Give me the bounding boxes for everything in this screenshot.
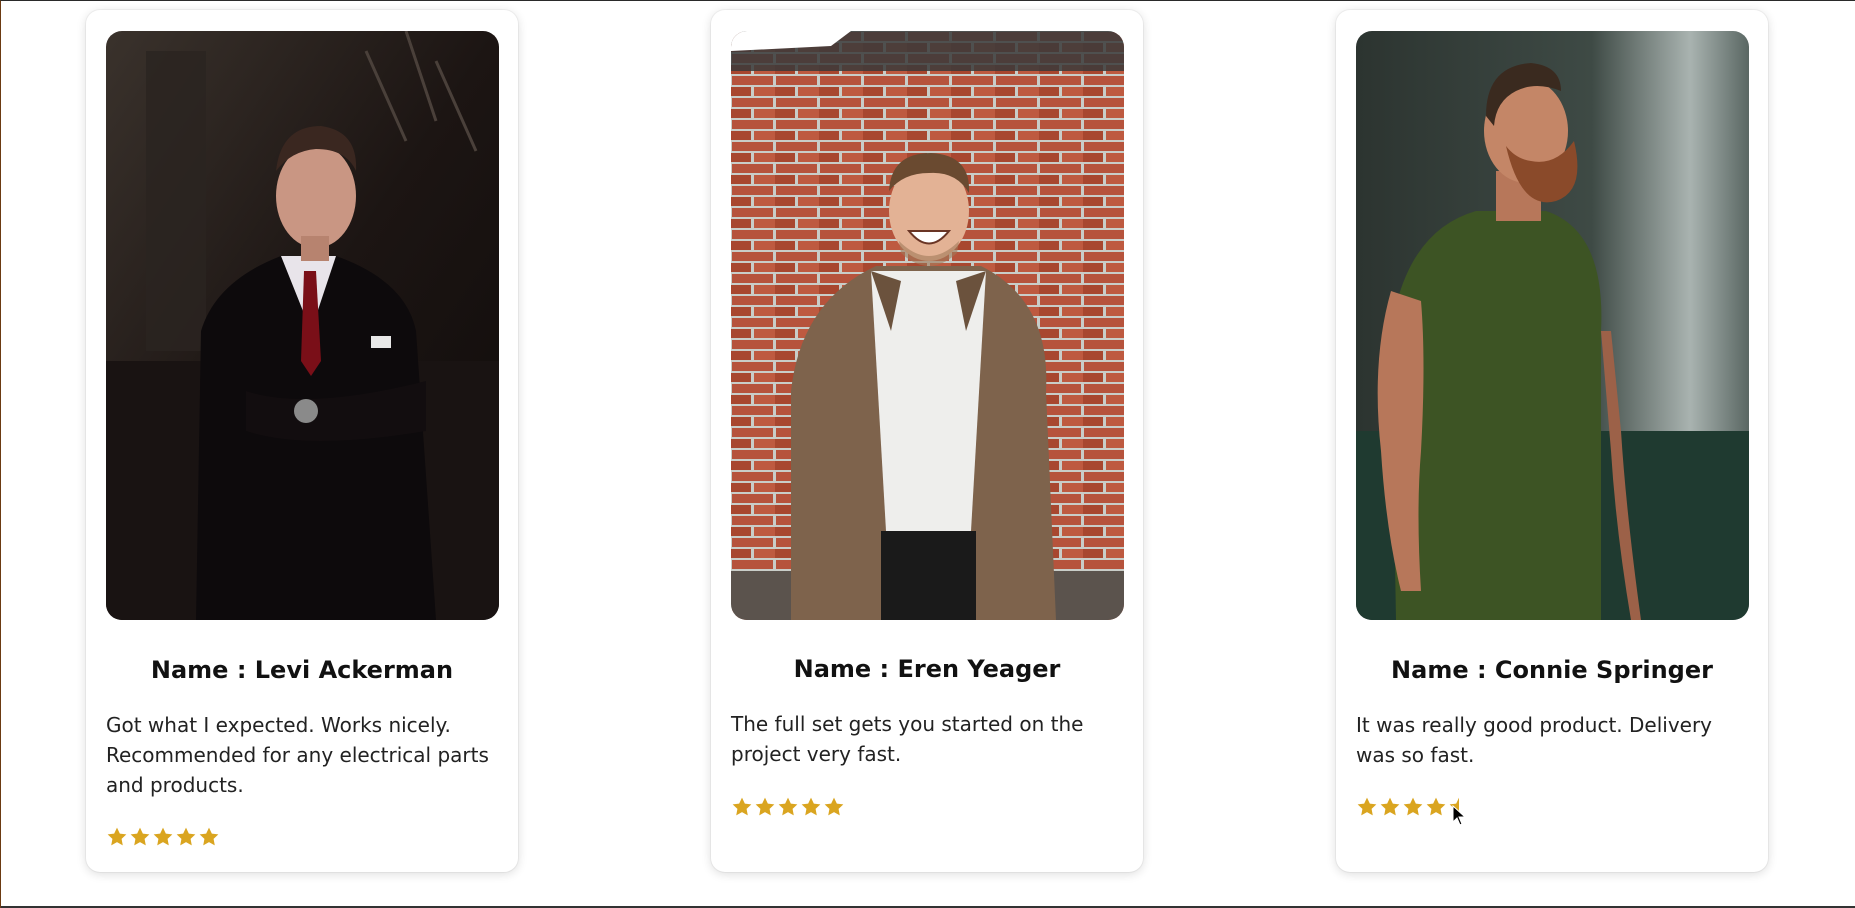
- testimonial-card: Name : Eren Yeager The full set gets you…: [711, 10, 1143, 872]
- star-icon: [824, 797, 844, 816]
- star-icon: [755, 797, 775, 816]
- testimonial-card: Name : Levi Ackerman Got what I expected…: [86, 10, 518, 872]
- review-text: Got what I expected. Works nicely. Recom…: [106, 713, 489, 797]
- star-icon: [778, 797, 798, 816]
- star-icon: [199, 827, 219, 846]
- star-rating: [731, 796, 845, 818]
- star-icon: [1357, 797, 1377, 816]
- testimonial-card: Name : Connie Springer It was really goo…: [1336, 10, 1768, 872]
- customer-photo: [106, 31, 499, 620]
- star-icon: [732, 797, 752, 816]
- star-icon: [1426, 797, 1446, 816]
- star-icon: [176, 827, 196, 846]
- star-icon: [801, 797, 821, 816]
- star-icon: [1380, 797, 1400, 816]
- star-icon: [130, 827, 150, 846]
- star-icon: [1403, 797, 1423, 816]
- review-text: It was really good product. Delivery was…: [1356, 713, 1713, 767]
- star-icon: [107, 827, 127, 846]
- star-icon: [153, 827, 173, 846]
- customer-photo: [731, 31, 1124, 620]
- review-text: The full set gets you started on the pro…: [731, 712, 1084, 766]
- customer-name: Name : Eren Yeager: [793, 655, 1061, 683]
- customer-name: Name : Levi Ackerman: [150, 656, 454, 684]
- star-rating: [106, 826, 220, 848]
- customer-photo: [1356, 31, 1749, 620]
- mouse-pointer-icon: [1452, 805, 1466, 826]
- testimonials-page: Name : Levi Ackerman Got what I expected…: [0, 0, 1855, 908]
- customer-name: Name : Connie Springer: [1391, 656, 1713, 684]
